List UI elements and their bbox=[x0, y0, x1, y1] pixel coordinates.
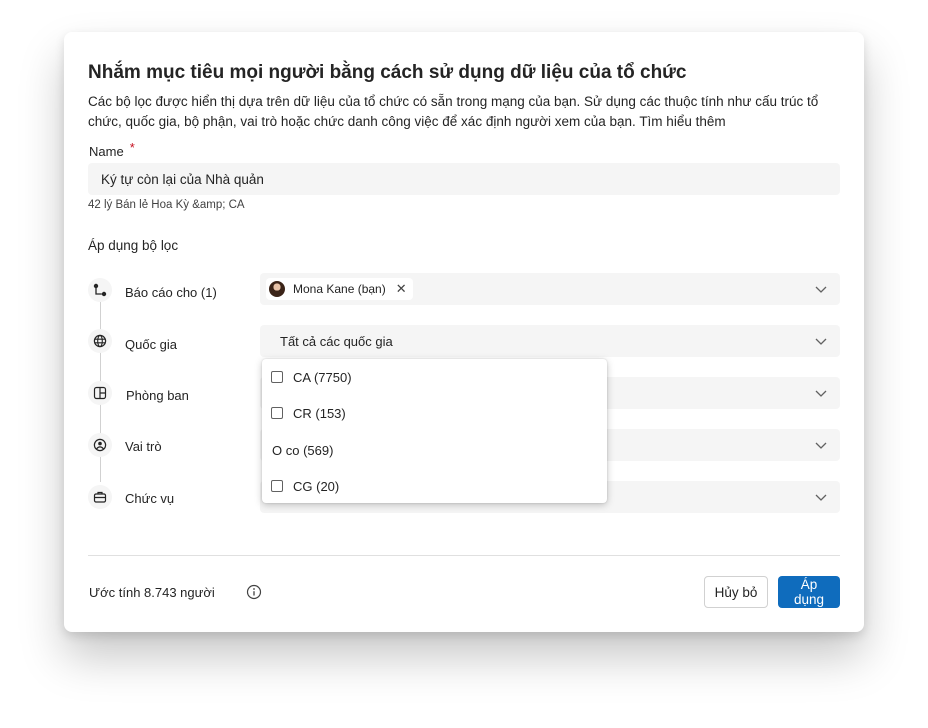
name-input[interactable] bbox=[88, 163, 840, 195]
checkbox[interactable] bbox=[271, 407, 283, 419]
country-option[interactable]: CA (7750) bbox=[271, 367, 352, 387]
dialog-title: Nhắm mục tiêu mọi người bằng cách sử dụn… bbox=[88, 62, 687, 83]
name-label-text: Name bbox=[89, 144, 124, 159]
option-label: CG (20) bbox=[293, 478, 340, 494]
country-option[interactable]: O co (569) bbox=[272, 440, 333, 460]
cancel-button[interactable]: Hủy bỏ bbox=[704, 576, 768, 608]
filter-label-role: Vai trò bbox=[125, 439, 162, 454]
country-option[interactable]: CG (20) bbox=[271, 476, 339, 496]
building-icon bbox=[88, 381, 112, 405]
chip-name: Mona Kane (bạn) bbox=[293, 282, 386, 296]
briefcase-icon bbox=[88, 485, 112, 509]
reports-to-select[interactable]: Mona Kane (bạn) ✕ bbox=[260, 273, 840, 305]
chevron-down-icon bbox=[815, 338, 827, 345]
name-label: Name * bbox=[89, 140, 135, 159]
filter-label-job-title: Chức vụ bbox=[125, 491, 175, 506]
checkbox[interactable] bbox=[271, 480, 283, 492]
chevron-down-icon bbox=[815, 494, 827, 501]
filter-label-reports-to: Báo cáo cho (1) bbox=[125, 285, 217, 300]
country-dropdown: CA (7750) CR (153) O co (569) CG (20) bbox=[262, 359, 607, 503]
remove-chip-icon[interactable]: ✕ bbox=[396, 281, 407, 297]
checkbox[interactable] bbox=[271, 371, 283, 383]
country-option[interactable]: CR (153) bbox=[271, 403, 346, 423]
chevron-down-icon bbox=[815, 286, 827, 293]
apply-button[interactable]: Áp dụng bbox=[778, 576, 840, 608]
audience-estimate: Ước tính 8.743 người bbox=[89, 585, 215, 600]
person-circle-icon bbox=[88, 433, 112, 457]
globe-icon bbox=[88, 329, 112, 353]
org-chart-icon bbox=[88, 278, 112, 302]
name-hint: 42 lý Bán lẻ Hoa Kỳ &amp; CA bbox=[88, 199, 245, 211]
filters-heading: Áp dụng bộ lọc bbox=[88, 238, 179, 253]
chevron-down-icon bbox=[815, 390, 827, 397]
chevron-down-icon bbox=[815, 442, 827, 449]
option-label: CA (7750) bbox=[293, 369, 352, 385]
country-select[interactable]: Tất cả các quốc gia bbox=[260, 325, 840, 357]
footer-divider bbox=[88, 555, 840, 556]
filter-label-department: Phòng ban bbox=[126, 388, 189, 403]
target-audience-dialog: Nhắm mục tiêu mọi người bằng cách sử dụn… bbox=[64, 32, 864, 632]
filter-label-country: Quốc gia bbox=[125, 337, 178, 352]
reports-to-chip: Mona Kane (bạn) ✕ bbox=[266, 278, 413, 300]
avatar bbox=[269, 281, 285, 297]
option-label: CR (153) bbox=[293, 405, 346, 421]
info-icon[interactable] bbox=[246, 584, 262, 600]
option-label: O co (569) bbox=[272, 442, 334, 458]
required-marker: * bbox=[129, 140, 135, 155]
learn-more-link[interactable]: Tìm hiểu thêm bbox=[639, 114, 725, 129]
dialog-description: Các bộ lọc được hiển thị dựa trên dữ liệ… bbox=[88, 92, 840, 132]
country-select-value: Tất cả các quốc gia bbox=[280, 334, 393, 349]
